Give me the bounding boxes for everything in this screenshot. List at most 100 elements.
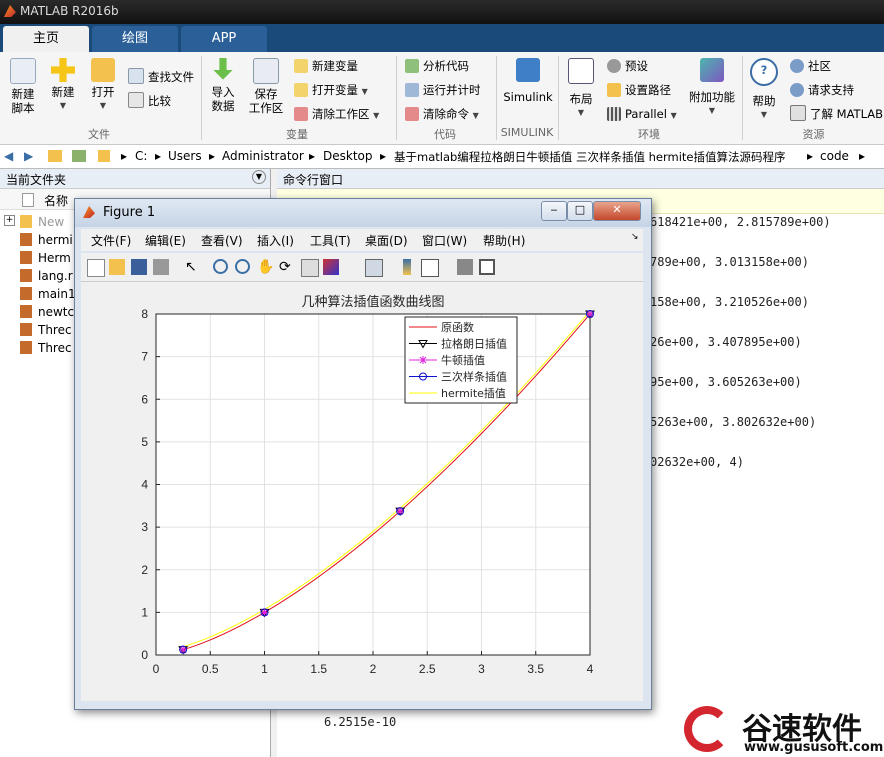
open-file-icon[interactable] <box>109 259 125 275</box>
new-script-button[interactable]: 新建 脚本 <box>6 58 40 115</box>
dock-icon[interactable]: ↘ <box>631 232 639 242</box>
compare-button[interactable]: 比较 <box>128 92 171 110</box>
menu-desktop[interactable]: 桌面(D) <box>365 232 408 249</box>
set-path-button[interactable]: 设置路径 <box>607 81 671 99</box>
group-label-code: 代码 <box>434 128 456 141</box>
open-variable-button[interactable]: 打开变量 ▼ <box>294 81 368 99</box>
list-item[interactable]: Herm <box>20 249 71 267</box>
plus-icon <box>51 58 75 82</box>
breadcrumb-code[interactable]: code <box>820 149 849 163</box>
breadcrumb-sep: ▸ <box>209 149 216 163</box>
simulink-button[interactable]: Simulink <box>502 58 554 104</box>
community-button[interactable]: 社区 <box>790 57 831 75</box>
figure-window[interactable]: Figure 1 ‒ □ ✕ 文件(F) 编辑(E) 查看(V) 插入(I) 工… <box>74 198 652 710</box>
data-cursor-icon[interactable] <box>301 259 319 277</box>
pointer-icon[interactable]: ↖ <box>185 259 201 275</box>
folder-icon <box>91 58 115 82</box>
clear-workspace-button[interactable]: 清除工作区 ▼ <box>294 105 379 123</box>
x-tick-label: 2.5 <box>419 662 436 676</box>
x-tick-label: 0 <box>153 662 160 676</box>
addons-button[interactable]: 附加功能 ▼ <box>688 58 736 118</box>
menu-insert[interactable]: 插入(I) <box>257 232 294 249</box>
breadcrumb-c[interactable]: C: <box>135 149 147 163</box>
pan-icon[interactable]: ✋ <box>257 259 274 275</box>
menu-tools[interactable]: 工具(T) <box>310 232 351 249</box>
list-item[interactable]: Threc <box>20 339 72 357</box>
list-item[interactable]: lang.r <box>20 267 73 285</box>
clear-commands-button[interactable]: 清除命令 ▼ <box>405 105 479 123</box>
brush-icon[interactable] <box>323 259 339 275</box>
maximize-button[interactable]: □ <box>567 201 593 221</box>
ribbon-tabs: 主页 绘图 APP <box>0 24 884 52</box>
matlab-logo-icon <box>83 206 95 218</box>
address-bar[interactable]: ◀ ▶ ▸ C: ▸ Users ▸ Administrator ▸ Deskt… <box>0 145 884 169</box>
preferences-button[interactable]: 预设 <box>607 57 648 75</box>
plot-svg: 0 0.5 1 1.5 2 2.5 3 3.5 4 0 1 2 3 4 5 6 7 8 几种算法插值函数曲线图原函数… <box>141 294 595 676</box>
figure-canvas: 0 0.5 1 1.5 2 2.5 3 3.5 4 0 1 2 3 4 5 6 7 8 几种算法插值函数曲线图 原函数… <box>81 282 643 701</box>
panel-menu-icon[interactable]: ▼ <box>252 170 266 184</box>
close-button[interactable]: ✕ <box>593 201 641 221</box>
parallel-button[interactable]: Parallel ▼ <box>607 105 677 123</box>
save-workspace-button[interactable]: 保存 工作区 <box>246 58 286 115</box>
menu-file[interactable]: 文件(F) <box>91 232 131 249</box>
list-item[interactable]: main1 <box>20 285 76 303</box>
breadcrumb-project[interactable]: 基于matlab编程拉格朗日牛顿插值 三次样条插值 hermite插值算法源码程… <box>394 149 785 165</box>
figure-title: Figure 1 <box>103 205 156 220</box>
list-item[interactable]: hermi <box>20 231 73 249</box>
output-line: 95e+00, 3.605263e+00) <box>650 375 802 389</box>
command-window-header: 命令行窗口 <box>277 169 884 189</box>
zoom-in-icon[interactable] <box>213 259 228 274</box>
list-item[interactable]: New <box>20 213 64 231</box>
menu-help[interactable]: 帮助(H) <box>483 232 525 249</box>
matlab-file-icon <box>20 251 32 264</box>
legend-label: 原函数 <box>441 321 474 334</box>
list-item[interactable]: newtc <box>20 303 74 321</box>
open-button[interactable]: 打开 ▼ <box>86 58 120 113</box>
legend-label: 牛顿插值 <box>441 353 485 367</box>
layout-button[interactable]: 布局 ▼ <box>564 58 598 120</box>
x-tick-label: 3.5 <box>527 662 544 676</box>
tab-apps[interactable]: APP <box>181 26 267 52</box>
forward-icon[interactable]: ▶ <box>24 149 33 163</box>
folder-icon <box>20 215 32 228</box>
save-icon[interactable] <box>131 259 147 275</box>
tab-plots[interactable]: 绘图 <box>92 26 178 52</box>
new-variable-button[interactable]: 新建变量 <box>294 57 358 75</box>
print-icon[interactable] <box>153 259 169 275</box>
breadcrumb-users[interactable]: Users <box>168 149 202 163</box>
show-tools-icon[interactable] <box>479 259 495 275</box>
folder-icon <box>607 83 621 97</box>
learn-matlab-button[interactable]: 了解 MATLAB <box>790 105 883 123</box>
figure-title-bar[interactable]: Figure 1 ‒ □ ✕ <box>75 199 651 227</box>
request-support-button[interactable]: 请求支持 <box>790 81 854 99</box>
breadcrumb-administrator[interactable]: Administrator <box>222 149 304 163</box>
menu-view[interactable]: 查看(V) <box>201 232 243 249</box>
rotate-icon[interactable]: ⟳ <box>279 259 295 275</box>
import-data-button[interactable]: 导入 数据 <box>206 58 240 113</box>
find-files-button[interactable]: 查找文件 <box>128 68 194 86</box>
matlab-file-icon <box>20 323 32 336</box>
new-figure-icon[interactable] <box>87 259 105 277</box>
menu-window[interactable]: 窗口(W) <box>422 232 467 249</box>
file-type-icon <box>22 193 34 207</box>
minimize-button[interactable]: ‒ <box>541 201 567 221</box>
analyze-code-button[interactable]: 分析代码 <box>405 57 469 75</box>
up-folder-icon[interactable] <box>48 150 62 162</box>
new-button[interactable]: 新建 ▼ <box>46 58 80 113</box>
colorbar-icon[interactable] <box>403 259 411 275</box>
hide-tools-icon[interactable] <box>457 259 473 275</box>
back-icon[interactable]: ◀ <box>4 149 13 163</box>
watermark: 谷速软件 www.gususoft.com <box>684 702 884 757</box>
tab-home[interactable]: 主页 <box>3 26 89 52</box>
run-and-time-button[interactable]: 运行并计时 <box>405 81 481 99</box>
legend-icon[interactable] <box>421 259 439 277</box>
link-plot-icon[interactable] <box>365 259 383 277</box>
expand-icon[interactable]: + <box>4 215 15 226</box>
menu-edit[interactable]: 编辑(E) <box>145 232 186 249</box>
help-button[interactable]: ? 帮助 ▼ <box>748 58 780 122</box>
list-item[interactable]: Threc <box>20 321 72 339</box>
zoom-out-icon[interactable] <box>235 259 250 274</box>
browse-folder-icon[interactable] <box>72 150 86 162</box>
breadcrumb-desktop[interactable]: Desktop <box>323 149 373 163</box>
new-variable-icon <box>294 59 308 73</box>
